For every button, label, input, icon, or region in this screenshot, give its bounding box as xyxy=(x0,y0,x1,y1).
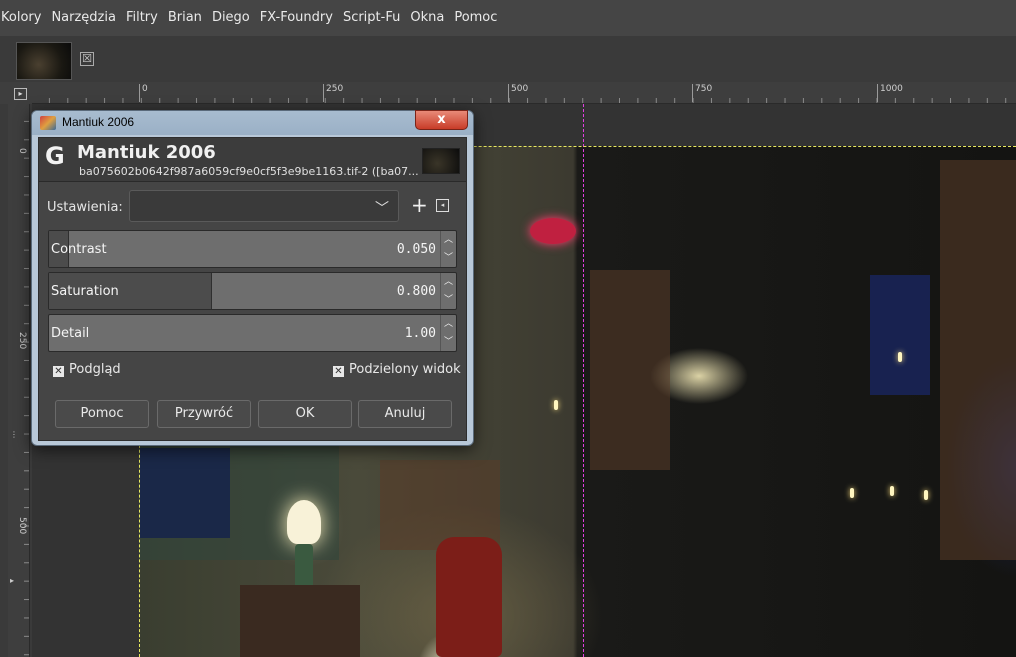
saturation-slider[interactable]: Saturation 0.800 ︿ ﹀ xyxy=(48,272,457,310)
chevron-up-icon[interactable]: ︿ xyxy=(441,231,456,249)
vertical-ruler[interactable] xyxy=(8,104,30,657)
dialog-body: G Mantiuk 2006 ba075602b0642f987a6059cf9… xyxy=(38,137,467,441)
ruler-tick-label: 750 xyxy=(692,84,712,102)
guide-marker-icon: ▸ xyxy=(10,576,15,585)
chevron-down-icon[interactable]: ﹀ xyxy=(441,291,456,309)
preview-checkbox[interactable]: ✕ Podgląd xyxy=(53,362,121,377)
add-preset-icon[interactable]: + xyxy=(411,195,428,215)
photo-chandelier xyxy=(530,218,576,244)
menu-kolory[interactable]: Kolory xyxy=(0,0,46,36)
slider-value: 0.800 xyxy=(396,284,436,299)
slider-label: Detail xyxy=(51,326,90,341)
photo-window-right xyxy=(870,275,930,395)
dialog-header: G Mantiuk 2006 ba075602b0642f987a6059cf9… xyxy=(39,138,466,182)
slider-value: 1.00 xyxy=(404,326,436,341)
photo-bookshelf xyxy=(940,160,1016,560)
photo-chair xyxy=(436,537,502,657)
menu-okna[interactable]: Okna xyxy=(405,0,449,36)
split-view-label: Podzielony widok xyxy=(349,362,461,377)
checkbox-checked-icon[interactable]: ✕ xyxy=(53,366,64,377)
menu-narzedzia[interactable]: Narzędzia xyxy=(46,0,121,36)
menu-diego[interactable]: Diego xyxy=(207,0,255,36)
image-tab-thumbnail[interactable] xyxy=(16,42,72,80)
chevron-up-icon[interactable]: ︿ xyxy=(441,273,456,291)
gimp-app-icon xyxy=(40,116,56,130)
contrast-slider[interactable]: Contrast 0.050 ︿ ﹀ xyxy=(48,230,457,268)
photo-candle xyxy=(850,488,854,498)
close-icon[interactable]: x xyxy=(415,110,468,130)
photo-candle xyxy=(890,486,894,496)
preset-menu-icon[interactable]: ◂ xyxy=(436,199,449,212)
chevron-up-icon[interactable]: ︿ xyxy=(441,315,456,333)
ruler-tick-label: 250 xyxy=(323,84,343,102)
presets-dropdown[interactable] xyxy=(129,190,399,222)
menu-pomoc[interactable]: Pomoc xyxy=(449,0,502,36)
photo-lamp xyxy=(287,500,321,544)
ruler-tick-label: 1000 xyxy=(877,84,903,102)
dialog-window-title: Mantiuk 2006 xyxy=(62,115,135,129)
photo-window-left xyxy=(140,448,230,538)
preview-label: Podgląd xyxy=(69,362,121,377)
checkbox-checked-icon[interactable]: ✕ xyxy=(333,366,344,377)
gegl-logo-icon: G xyxy=(45,142,65,170)
menu-fx-foundry[interactable]: FX-Foundry xyxy=(255,0,338,36)
close-icon[interactable]: ☒ xyxy=(80,52,94,66)
chevron-down-icon[interactable]: ﹀ xyxy=(441,249,456,267)
dialog-header-subtitle: ba075602b0642f987a6059cf9e0cf5f3e9be1163… xyxy=(79,165,419,178)
slider-value: 0.050 xyxy=(396,242,436,257)
ruler-tick-label: 500 xyxy=(508,84,528,102)
photo-bookshelf xyxy=(590,270,670,470)
chevron-down-icon[interactable]: ﹀ xyxy=(441,333,456,351)
photo-candle xyxy=(554,400,558,410)
guide-marker-icon: ⋮ xyxy=(10,430,18,439)
menu-script-fu[interactable]: Script-Fu xyxy=(338,0,405,36)
ruler-tick-label: 250 xyxy=(17,332,27,350)
dialog-header-title: Mantiuk 2006 xyxy=(77,142,216,163)
chevron-down-icon[interactable]: ﹀ xyxy=(375,198,389,218)
menubar: Kolory Narzędzia Filtry Brian Diego FX-F… xyxy=(0,0,1016,36)
spin-buttons[interactable]: ︿ ﹀ xyxy=(440,231,456,267)
image-tab-strip: ☒ xyxy=(0,36,1016,82)
cancel-button[interactable]: Anuluj xyxy=(358,400,452,428)
detail-slider[interactable]: Detail 1.00 ︿ ﹀ xyxy=(48,314,457,352)
menu-filtry[interactable]: Filtry xyxy=(121,0,163,36)
photo-table xyxy=(240,585,360,657)
slider-label: Saturation xyxy=(51,284,119,299)
spin-buttons[interactable]: ︿ ﹀ xyxy=(440,315,456,351)
reset-button[interactable]: Przywróć xyxy=(157,400,251,428)
presets-label: Ustawienia: xyxy=(47,200,123,215)
slider-label: Contrast xyxy=(51,242,107,257)
help-button[interactable]: Pomoc xyxy=(55,400,149,428)
mantiuk-dialog: Mantiuk 2006 x G Mantiuk 2006 ba075602b0… xyxy=(31,110,474,446)
spin-buttons[interactable]: ︿ ﹀ xyxy=(440,273,456,309)
ruler-tick-label: 0 xyxy=(139,84,148,102)
quick-mask-icon[interactable]: ▸ xyxy=(14,88,27,100)
photo-candle xyxy=(898,352,902,362)
dialog-titlebar[interactable]: Mantiuk 2006 x xyxy=(32,110,473,135)
photo-candle xyxy=(924,490,928,500)
ruler-tick-label: 500 xyxy=(17,517,27,535)
split-view-guide xyxy=(583,104,584,657)
layer-thumbnail xyxy=(422,148,460,174)
ok-button[interactable]: OK xyxy=(258,400,352,428)
split-view-checkbox[interactable]: ✕ Podzielony widok xyxy=(333,362,461,377)
menu-brian[interactable]: Brian xyxy=(163,0,207,36)
ruler-tick-label: 0 xyxy=(17,148,27,154)
